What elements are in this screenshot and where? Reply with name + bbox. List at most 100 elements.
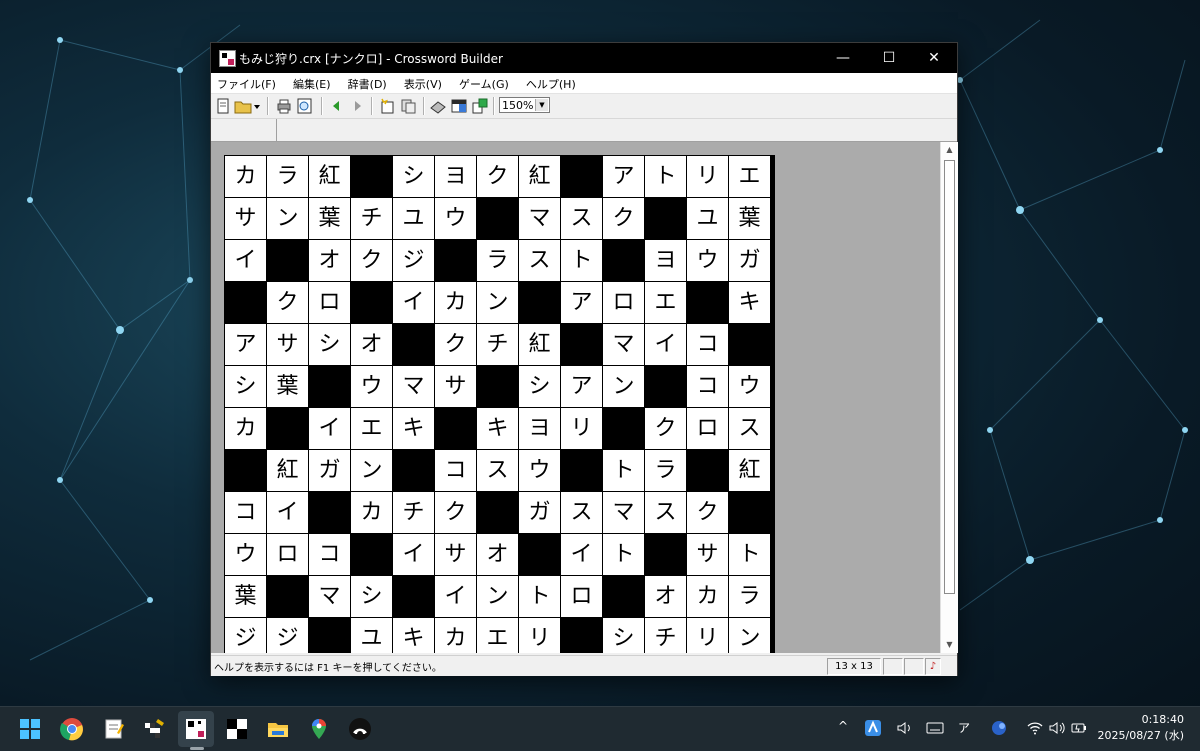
menu-edit[interactable]: 編集(E)	[287, 75, 337, 95]
grid-cell[interactable]: ヨ	[435, 156, 476, 197]
grid-cell[interactable]: コ	[225, 492, 266, 533]
grid-cell[interactable]: ク	[645, 408, 686, 449]
scroll-up-icon[interactable]: ▲	[941, 142, 958, 158]
crossword-app-icon[interactable]	[143, 717, 167, 741]
grid-cell[interactable]: カ	[225, 408, 266, 449]
menu-view[interactable]: 表示(V)	[398, 75, 448, 95]
grid-cell[interactable]: カ	[687, 576, 728, 617]
grid-cell[interactable]: キ	[729, 282, 770, 323]
grid-cell[interactable]: カ	[435, 282, 476, 323]
grid-cell[interactable]: ユ	[393, 198, 434, 239]
keyboard-icon[interactable]	[926, 719, 944, 737]
grid-cell[interactable]: ス	[561, 492, 602, 533]
grid-cell[interactable]: マ	[309, 576, 350, 617]
grid-cell[interactable]: ン	[603, 366, 644, 407]
grid-cell[interactable]: オ	[645, 576, 686, 617]
grid-cell[interactable]: エ	[351, 408, 392, 449]
system-clock[interactable]: 0:18:40 2025/08/27 (水)	[1096, 712, 1184, 744]
print-preview-icon[interactable]	[296, 97, 314, 115]
grid-cell[interactable]: ジ	[225, 618, 266, 653]
grid-cell-black[interactable]	[561, 618, 602, 653]
grid-cell-black[interactable]	[603, 240, 644, 281]
puzzle-icon[interactable]	[225, 717, 249, 741]
app-icon[interactable]	[219, 50, 236, 67]
grid-cell[interactable]: サ	[435, 366, 476, 407]
grid-cell[interactable]: ス	[477, 450, 518, 491]
dropdown-icon[interactable]	[252, 97, 262, 115]
volume-icon[interactable]	[896, 719, 914, 737]
grid-cell[interactable]: ガ	[309, 450, 350, 491]
grid-cell[interactable]: ウ	[225, 534, 266, 575]
grid-cell-black[interactable]	[477, 492, 518, 533]
grid-cell[interactable]: ト	[645, 156, 686, 197]
grid-cell-black[interactable]	[435, 408, 476, 449]
grid-cell[interactable]: チ	[645, 618, 686, 653]
grid-cell[interactable]: ス	[729, 408, 770, 449]
grid-cell[interactable]: ク	[687, 492, 728, 533]
maximize-button[interactable]: ☐	[866, 43, 912, 73]
grid-cell[interactable]: ス	[519, 240, 560, 281]
vertical-scrollbar[interactable]: ▲ ▼	[940, 142, 958, 653]
grid-cell[interactable]: ン	[267, 198, 308, 239]
grid-cell[interactable]: オ	[309, 240, 350, 281]
grid-cell[interactable]: オ	[477, 534, 518, 575]
wifi-icon[interactable]	[1026, 719, 1044, 737]
menu-dictionary[interactable]: 辞書(D)	[342, 75, 393, 95]
eraser-icon[interactable]	[429, 97, 447, 115]
network-app-icon[interactable]	[990, 719, 1008, 737]
grid-cell[interactable]: イ	[435, 576, 476, 617]
grid-cell[interactable]: ロ	[267, 534, 308, 575]
grid-cell-black[interactable]	[687, 282, 728, 323]
grid-cell[interactable]: ヨ	[645, 240, 686, 281]
grid-cell[interactable]: シ	[225, 366, 266, 407]
grid-cell[interactable]: ア	[603, 156, 644, 197]
grid-cell-black[interactable]	[561, 156, 602, 197]
grid-cell[interactable]: サ	[435, 534, 476, 575]
grid-cell-black[interactable]	[477, 366, 518, 407]
grid-cell[interactable]: コ	[435, 450, 476, 491]
grid-cell[interactable]: ラ	[477, 240, 518, 281]
grid-cell[interactable]: イ	[561, 534, 602, 575]
grid-cell[interactable]: ガ	[729, 240, 770, 281]
grid-cell[interactable]: 紅	[519, 156, 560, 197]
grid-cell[interactable]: イ	[309, 408, 350, 449]
grid-cell[interactable]: ラ	[645, 450, 686, 491]
grid-cell-black[interactable]	[393, 576, 434, 617]
sound-icon[interactable]: ♪	[925, 658, 941, 675]
grid-cell[interactable]: サ	[687, 534, 728, 575]
grid-cell[interactable]: リ	[519, 618, 560, 653]
title-bar[interactable]: もみじ狩り.crx [ナンクロ] - Crossword Builder — ☐…	[211, 43, 957, 73]
grid-cell[interactable]: ク	[477, 156, 518, 197]
notepad-icon[interactable]	[102, 717, 126, 741]
chrome-icon[interactable]	[60, 717, 84, 741]
streaming-icon[interactable]	[348, 717, 372, 741]
grid-cell[interactable]: ト	[603, 534, 644, 575]
grid-cell[interactable]: 紅	[309, 156, 350, 197]
grid-cell-black[interactable]	[267, 408, 308, 449]
minimize-button[interactable]: —	[820, 43, 866, 73]
grid-cell[interactable]: ト	[519, 576, 560, 617]
grid-cell[interactable]: ジ	[267, 618, 308, 653]
grid-cell[interactable]: ロ	[561, 576, 602, 617]
grid-cell[interactable]: キ	[477, 408, 518, 449]
grid-cell[interactable]: リ	[561, 408, 602, 449]
grid-cell[interactable]: ア	[561, 366, 602, 407]
add-word-icon[interactable]	[378, 97, 396, 115]
grid-cell-black[interactable]	[687, 450, 728, 491]
grid-cell[interactable]: ウ	[687, 240, 728, 281]
crossword-builder-icon[interactable]	[184, 717, 208, 741]
grid-cell[interactable]: コ	[309, 534, 350, 575]
grid-cell[interactable]: ロ	[603, 282, 644, 323]
grid-cell-black[interactable]	[561, 324, 602, 365]
grid-cell[interactable]: チ	[393, 492, 434, 533]
grid-cell[interactable]: 紅	[267, 450, 308, 491]
forward-icon[interactable]	[348, 97, 366, 115]
grid-cell[interactable]: キ	[393, 408, 434, 449]
grid-cell[interactable]: シ	[351, 576, 392, 617]
dictionary-icon[interactable]	[399, 97, 417, 115]
grid-cell-black[interactable]	[225, 450, 266, 491]
grid-cell[interactable]: エ	[477, 618, 518, 653]
grid-cell-black[interactable]	[309, 618, 350, 653]
ime-indicator[interactable]: ア	[958, 719, 970, 736]
grid-cell-black[interactable]	[645, 534, 686, 575]
